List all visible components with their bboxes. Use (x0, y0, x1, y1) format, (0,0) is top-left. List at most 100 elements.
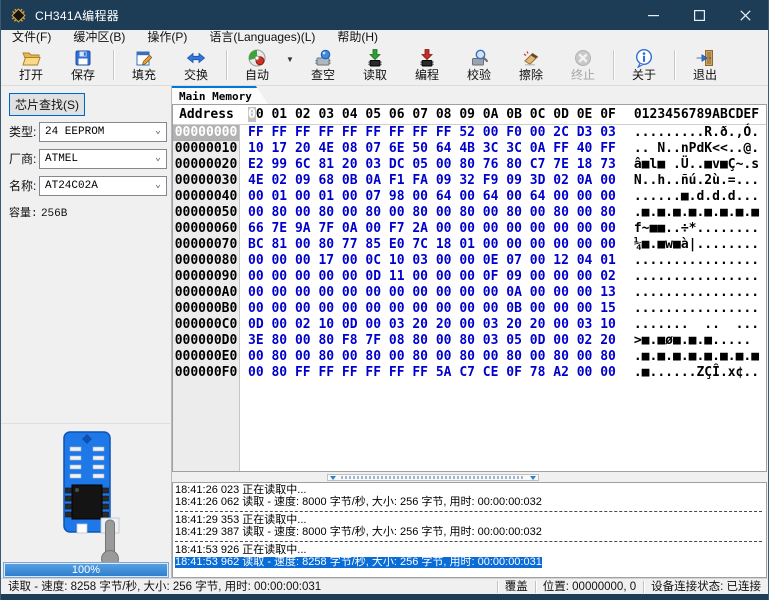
cursor-column-highlight: 0 (248, 107, 256, 122)
chip-vendor-row: 厂商: ATMEL⌄ (9, 150, 41, 167)
verify-button[interactable]: 校验 (453, 46, 505, 84)
stop-button: 终止 (557, 46, 609, 84)
hex-row-ascii: ¼■.■w■à|........ (634, 237, 759, 253)
log-line[interactable]: 18:41:29 387 读取 - 速度: 8000 字节/秒, 大小: 256… (175, 527, 766, 539)
chip-type-value: 24 EEPROM (45, 126, 104, 138)
hex-row-bytes[interactable]: 00 00 00 00 00 00 00 00 00 00 00 0A 00 0… (248, 285, 616, 301)
hex-row[interactable]: 0000001010 17 20 4E 08 07 6E 50 64 4B 3C… (173, 141, 766, 157)
tab-main-memory[interactable]: Main Memory (172, 86, 268, 104)
byte-column-headers: 00 01 02 03 04 05 06 07 08 09 0A 0B 0C 0… (248, 107, 616, 122)
hex-row[interactable]: 000000F000 80 FF FF FF FF FF FF 5A C7 CE… (173, 365, 766, 381)
hex-row[interactable]: 000000E000 80 00 80 00 80 00 80 00 80 00… (173, 349, 766, 365)
chip-vendor-select[interactable]: ATMEL⌄ (39, 149, 167, 169)
auto-button[interactable]: 自动 (231, 46, 283, 84)
chip-sidebar: 芯片查找(S) 类型: 24 EEPROM⌄ 厂商: ATMEL⌄ 名称: AT… (1, 86, 172, 578)
save-button[interactable]: 保存 (57, 46, 109, 84)
menu-buffer[interactable]: 缓冲区(B) (62, 30, 136, 45)
blank-check-icon (313, 48, 333, 68)
hex-row[interactable]: 00000080 00 00 00 17 00 0C 10 03 00 00 0E… (173, 253, 766, 269)
hex-row-bytes[interactable]: FF FF FF FF FF FF FF FF FF 52 00 F0 00 2… (248, 125, 616, 141)
hex-row[interactable]: 0000006066 7E 9A 7F 0A 00 F7 2A 00 00 00… (173, 221, 766, 237)
open-button[interactable]: 打开 (5, 46, 57, 84)
hex-row-bytes[interactable]: 10 17 20 4E 08 07 6E 50 64 4B 3C 3C 0A F… (248, 141, 616, 157)
hex-row-bytes[interactable]: E2 99 6C 81 20 03 DC 05 00 80 76 80 C7 7… (248, 157, 616, 173)
open-folder-icon (21, 48, 41, 68)
hex-row-bytes[interactable]: 66 7E 9A 7F 0A 00 F7 2A 00 00 00 00 00 0… (248, 221, 616, 237)
menu-file[interactable]: 文件(F) (1, 30, 62, 45)
log-line[interactable]: 18:41:29 353 正在读取中... (175, 515, 766, 527)
erase-label: 擦除 (519, 69, 543, 82)
auto-dropdown-arrow[interactable]: ▼ (283, 46, 297, 84)
read-button[interactable]: 读取 (349, 46, 401, 84)
log-line[interactable]: 18:41:53 926 正在读取中... (175, 545, 766, 557)
menu-language[interactable]: 语言(Languages)(L) (198, 30, 326, 45)
hex-row[interactable]: 000000D03E 80 00 80 F8 7F 08 80 00 80 03… (173, 333, 766, 349)
menu-help[interactable]: 帮助(H) (326, 30, 389, 45)
hex-row-bytes[interactable]: 3E 80 00 80 F8 7F 08 80 00 80 03 05 0D 0… (248, 333, 616, 349)
read-label: 读取 (363, 69, 387, 82)
blank-check-button[interactable]: 查空 (297, 46, 349, 84)
hex-row-bytes[interactable]: 00 00 00 00 00 00 00 00 00 00 00 0B 00 0… (248, 301, 616, 317)
maximize-button[interactable] (676, 0, 722, 30)
stop-icon (573, 48, 593, 68)
swap-label: 交换 (184, 69, 208, 82)
menu-operation[interactable]: 操作(P) (136, 30, 198, 45)
hex-row-address: 00000050 (173, 205, 240, 221)
about-button[interactable]: 关于 (618, 46, 670, 84)
hex-row-ascii: â■l■ .Ü..■v■Ç~.s (634, 157, 759, 173)
swap-button[interactable]: 交换 (170, 46, 222, 84)
hex-row-ascii: >■.■ø■.■.■..... (634, 333, 759, 349)
chip-name-row: 名称: AT24C02A⌄ (9, 177, 41, 194)
hex-row[interactable]: 0000004000 01 00 01 00 07 98 00 64 00 64… (173, 189, 766, 205)
minimize-button[interactable] (630, 0, 676, 30)
hex-row[interactable]: 000000C00D 00 02 10 0D 00 03 20 20 00 03… (173, 317, 766, 333)
hex-row-address: 00000070 (173, 237, 240, 253)
progress-fill: 100% (5, 564, 167, 576)
close-button[interactable] (722, 0, 768, 30)
hex-row-bytes[interactable]: 00 80 00 80 00 80 00 80 00 80 00 80 00 8… (248, 205, 616, 221)
hex-row-ascii: ................ (634, 301, 759, 317)
hex-row-address: 00000020 (173, 157, 240, 173)
chip-vendor-value: ATMEL (45, 153, 78, 165)
find-chip-button[interactable]: 芯片查找(S) (9, 93, 85, 116)
chip-type-select[interactable]: 24 EEPROM ⌄ (39, 122, 167, 142)
hex-row[interactable]: 00000000FF FF FF FF FF FF FF FF FF 52 00… (173, 125, 766, 141)
log-panel[interactable]: 18:41:26 023 正在读取中... 18:41:26 062 读取 - … (172, 482, 767, 578)
hex-row-ascii: .■......ZÇÎ.x¢.. (634, 365, 759, 381)
program-label: 编程 (415, 69, 439, 82)
chip-type-row: 类型: 24 EEPROM⌄ (9, 123, 41, 140)
hex-row-bytes[interactable]: BC 81 00 80 77 85 E0 7C 18 01 00 00 00 0… (248, 237, 616, 253)
hex-row-bytes[interactable]: 00 00 00 00 00 0D 11 00 00 00 0F 09 00 0… (248, 269, 616, 285)
chip-name-select[interactable]: AT24C02A⌄ (39, 176, 167, 196)
log-line[interactable]: 18:41:26 023 正在读取中... (175, 485, 766, 497)
exit-button[interactable]: 退出 (679, 46, 731, 84)
hex-row-bytes[interactable]: 00 80 00 80 00 80 00 80 00 80 00 80 00 8… (248, 349, 616, 365)
swap-arrows-icon (186, 48, 206, 68)
capacity-label: 容量: (9, 208, 38, 220)
hex-row-bytes[interactable]: 00 80 FF FF FF FF FF FF 5A C7 CE 0F 78 A… (248, 365, 616, 381)
hex-row-bytes[interactable]: 00 00 00 17 00 0C 10 03 00 00 0E 07 00 1… (248, 253, 616, 269)
hex-row[interactable]: 00000020 E2 99 6C 81 20 03 DC 05 00 80 76… (173, 157, 766, 173)
hex-row[interactable]: 0000009000 00 00 00 00 0D 11 00 00 00 0F… (173, 269, 766, 285)
panel-splitter[interactable] (172, 472, 767, 482)
program-button[interactable]: 编程 (401, 46, 453, 84)
hex-row-bytes[interactable]: 0D 00 02 10 0D 00 03 20 20 00 03 20 20 0… (248, 317, 616, 333)
hex-row[interactable]: 000000A000 00 00 00 00 00 00 00 00 00 00… (173, 285, 766, 301)
hex-row-bytes[interactable]: 4E 02 09 68 0B 0A F1 FA 09 32 F9 09 3D 0… (248, 173, 616, 189)
fill-button[interactable]: 填充 (118, 46, 170, 84)
log-line[interactable]: 18:41:26 062 读取 - 速度: 8000 字节/秒, 大小: 256… (175, 497, 766, 509)
hex-row[interactable]: 00000050 00 80 00 80 00 80 00 80 00 80 00… (173, 205, 766, 221)
toolbar-separator (674, 50, 675, 80)
chevron-down-icon: ⌄ (155, 125, 161, 137)
hex-row[interactable]: 000000304E 02 09 68 0B 0A F1 FA 09 32 F9… (173, 173, 766, 189)
verify-magnifier-icon (469, 48, 489, 68)
log-line[interactable]: 18:41:53 962 读取 - 速度: 8258 字节/秒, 大小: 256… (175, 557, 766, 569)
tab-strip: Main Memory (172, 86, 767, 104)
erase-button[interactable]: 擦除 (505, 46, 557, 84)
hex-row-bytes[interactable]: 00 01 00 01 00 07 98 00 64 00 64 00 64 0… (248, 189, 616, 205)
hex-row[interactable]: 000000B000 00 00 00 00 00 00 00 00 00 00… (173, 301, 766, 317)
hex-row[interactable]: 00000070 BC 81 00 80 77 85 E0 7C 18 01 00… (173, 237, 766, 253)
splitter-handle[interactable] (327, 474, 539, 481)
hex-row-address: 00000080 (173, 253, 240, 269)
hex-editor[interactable]: Address00 01 02 03 04 05 06 07 08 09 0A … (172, 104, 767, 472)
